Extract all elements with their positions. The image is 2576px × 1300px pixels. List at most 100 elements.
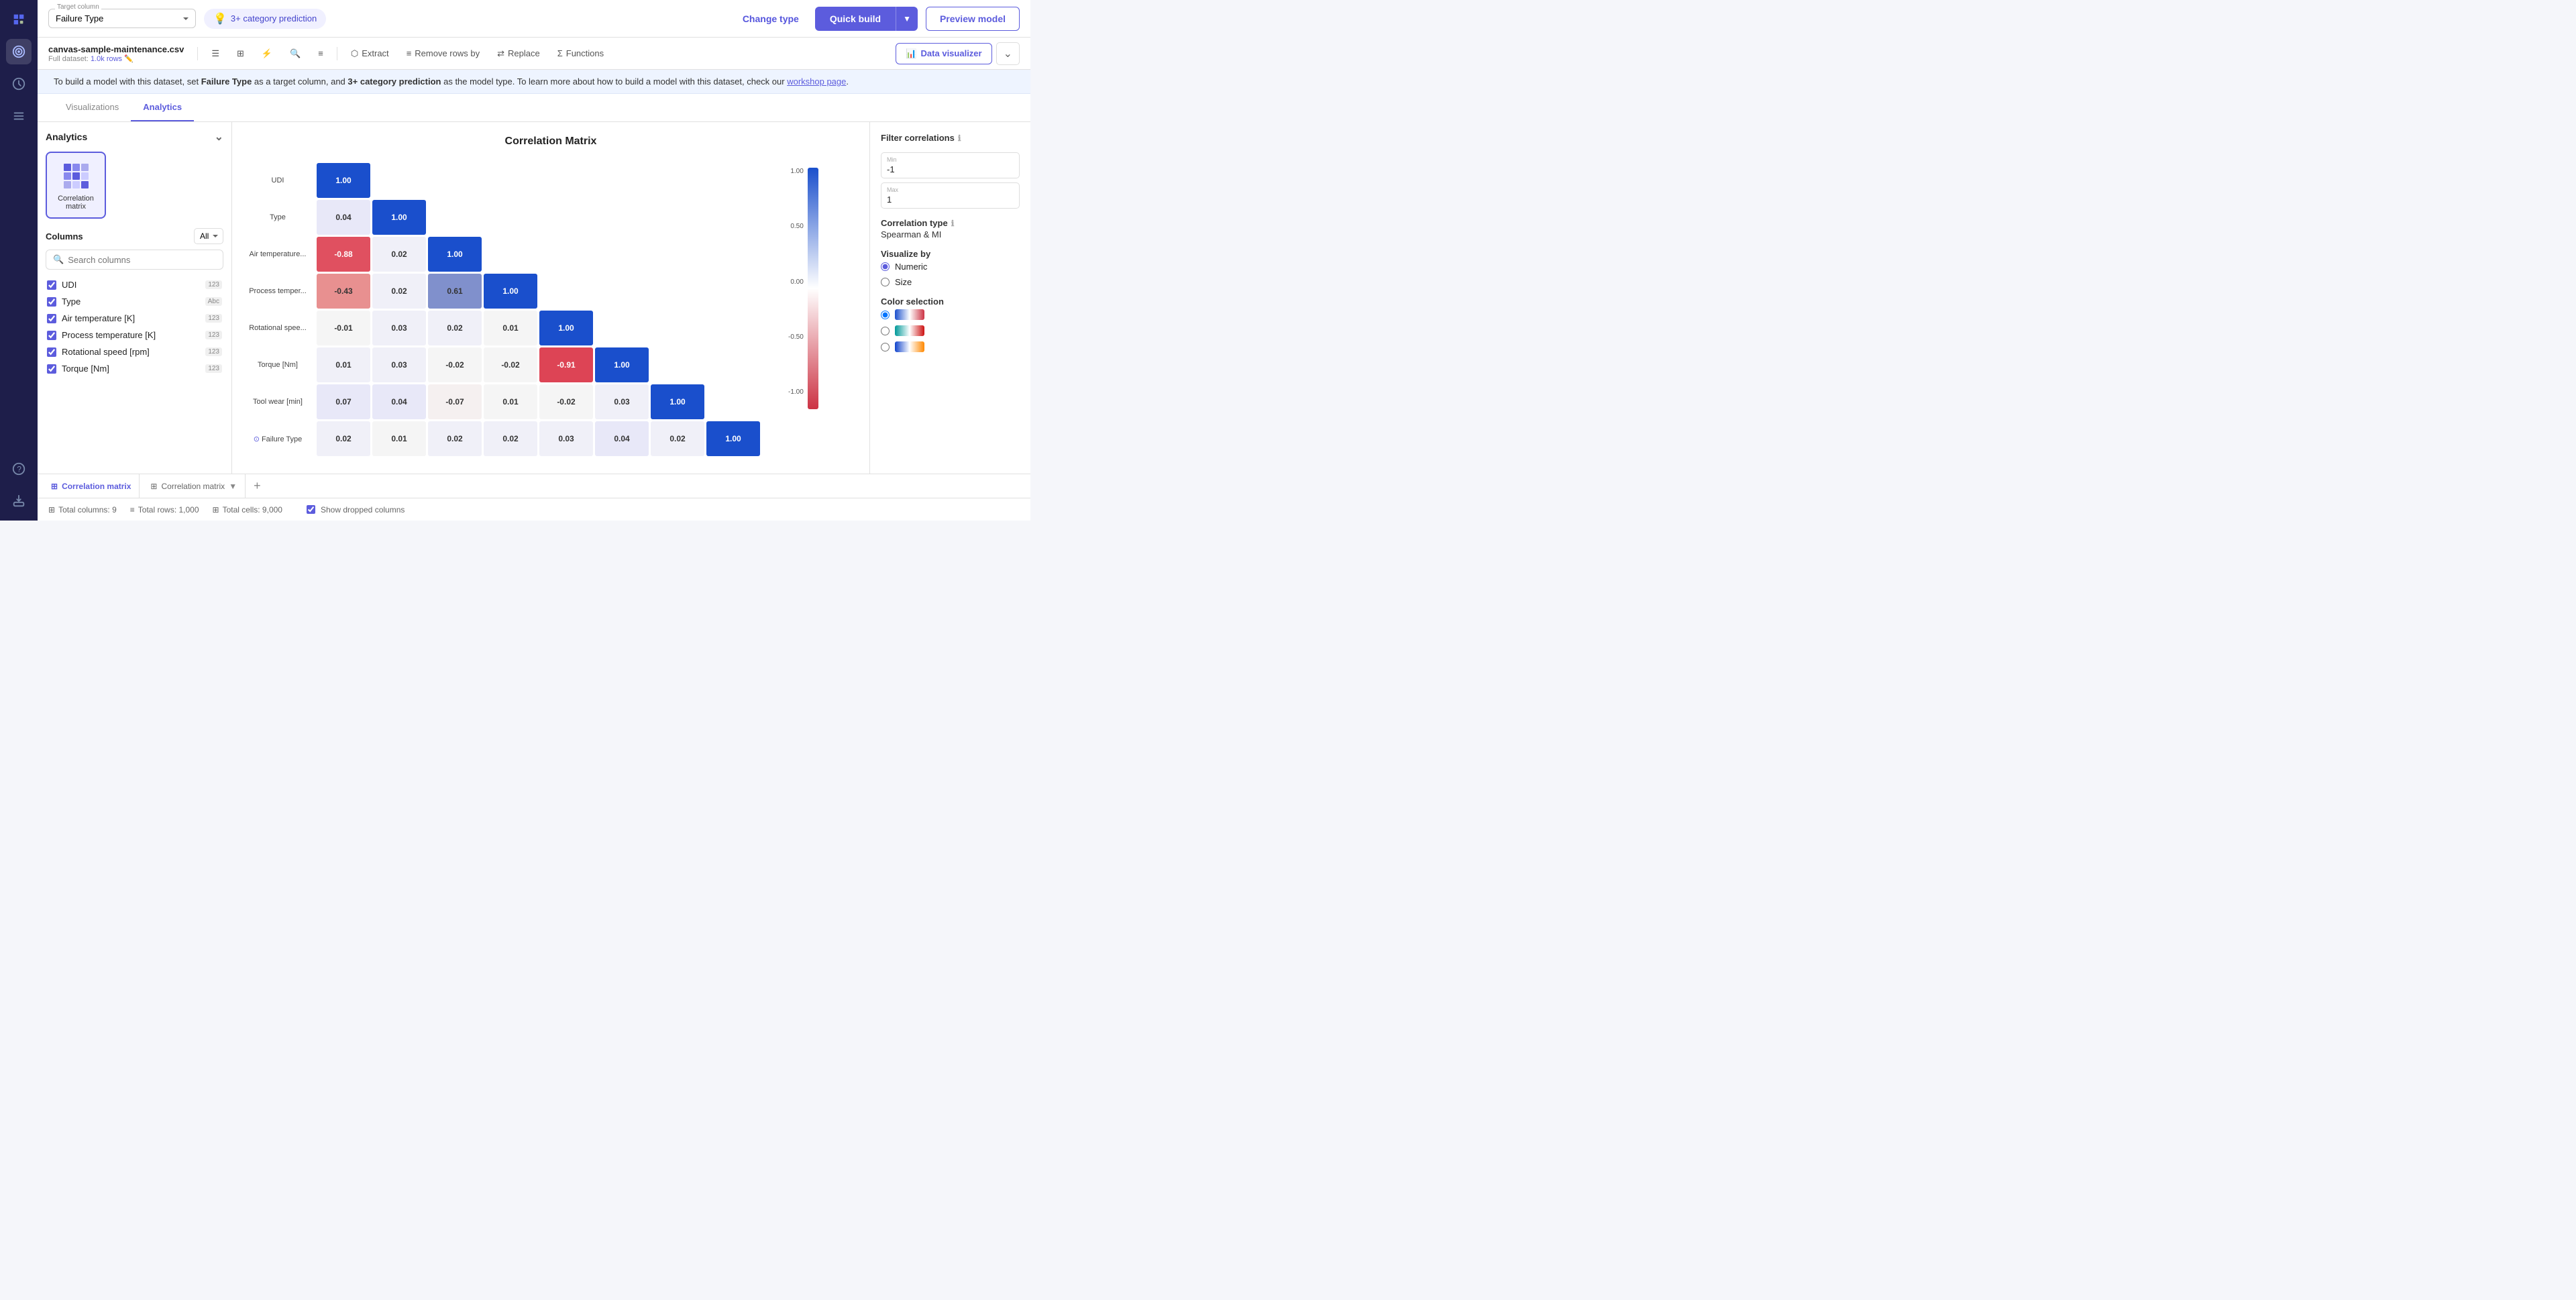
matrix-cell-6-1[interactable]: 0.04 (372, 384, 426, 419)
matrix-cell-7-7[interactable]: 1.00 (706, 421, 760, 456)
matrix-cell-6-0[interactable]: 0.07 (317, 384, 370, 419)
matrix-cell-0-7[interactable] (706, 163, 760, 198)
list-view-button[interactable]: ☰ (205, 44, 226, 63)
matrix-cell-0-2[interactable] (428, 163, 482, 198)
visualize-size[interactable]: Size (881, 277, 1020, 287)
bottom-tab-active[interactable]: ⊞ Correlation matrix (43, 474, 140, 498)
column-type-checkbox[interactable] (47, 297, 56, 307)
matrix-cell-4-5[interactable] (595, 311, 649, 345)
columns-filter-select[interactable]: All (194, 228, 223, 244)
matrix-cell-5-4[interactable]: -0.91 (539, 347, 593, 382)
matrix-cell-7-5[interactable]: 0.04 (595, 421, 649, 456)
add-tab-button[interactable]: + (248, 479, 266, 493)
visualize-numeric[interactable]: Numeric (881, 262, 1020, 272)
matrix-cell-3-1[interactable]: 0.02 (372, 274, 426, 309)
search-button[interactable]: 🔍 (283, 44, 307, 63)
matrix-cell-4-3[interactable]: 0.01 (484, 311, 537, 345)
matrix-cell-7-4[interactable]: 0.03 (539, 421, 593, 456)
matrix-cell-2-6[interactable] (651, 237, 704, 272)
data-visualizer-button[interactable]: 📊 Data visualizer (896, 43, 991, 64)
functions-button[interactable]: Σ Functions (551, 44, 610, 62)
color-teal-red-radio[interactable] (881, 327, 890, 335)
matrix-cell-0-4[interactable] (539, 163, 593, 198)
matrix-cell-2-2[interactable]: 1.00 (428, 237, 482, 272)
matrix-cell-1-4[interactable] (539, 200, 593, 235)
column-rotational-speed-checkbox[interactable] (47, 347, 56, 357)
matrix-cell-3-6[interactable] (651, 274, 704, 309)
replace-button[interactable]: ⇄ Replace (490, 44, 547, 63)
matrix-cell-6-6[interactable]: 1.00 (651, 384, 704, 419)
matrix-cell-5-1[interactable]: 0.03 (372, 347, 426, 382)
column-air-temp-checkbox[interactable] (47, 314, 56, 323)
matrix-cell-6-5[interactable]: 0.03 (595, 384, 649, 419)
matrix-cell-5-0[interactable]: 0.01 (317, 347, 370, 382)
matrix-cell-7-6[interactable]: 0.02 (651, 421, 704, 456)
matrix-cell-1-5[interactable] (595, 200, 649, 235)
matrix-cell-1-0[interactable]: 0.04 (317, 200, 370, 235)
workshop-link[interactable]: workshop page (787, 76, 846, 87)
grid-view-button[interactable]: ⊞ (230, 44, 251, 63)
matrix-cell-0-1[interactable] (372, 163, 426, 198)
nav-help[interactable]: ? (6, 456, 32, 482)
column-process-temp-checkbox[interactable] (47, 331, 56, 340)
correlation-matrix-item[interactable]: Correlation matrix (46, 152, 106, 219)
matrix-cell-5-5[interactable]: 1.00 (595, 347, 649, 382)
matrix-cell-4-4[interactable]: 1.00 (539, 311, 593, 345)
matrix-cell-4-2[interactable]: 0.02 (428, 311, 482, 345)
matrix-cell-3-2[interactable]: 0.61 (428, 274, 482, 309)
matrix-cell-2-7[interactable] (706, 237, 760, 272)
column-torque-checkbox[interactable] (47, 364, 56, 374)
matrix-cell-7-0[interactable]: 0.02 (317, 421, 370, 456)
matrix-cell-1-6[interactable] (651, 200, 704, 235)
matrix-cell-7-3[interactable]: 0.02 (484, 421, 537, 456)
matrix-cell-2-5[interactable] (595, 237, 649, 272)
filter-button[interactable]: ⚡ (255, 44, 279, 63)
visualize-numeric-radio[interactable] (881, 262, 890, 271)
quick-build-dropdown[interactable]: ▼ (896, 7, 918, 31)
matrix-cell-1-2[interactable] (428, 200, 482, 235)
matrix-cell-4-6[interactable] (651, 311, 704, 345)
bottom-tab-dropdown[interactable]: ▼ (229, 482, 237, 491)
quick-build-button[interactable]: Quick build (815, 7, 896, 31)
matrix-cell-7-1[interactable]: 0.01 (372, 421, 426, 456)
color-blue-orange[interactable] (881, 341, 1020, 352)
matrix-cell-0-3[interactable] (484, 163, 537, 198)
tab-visualizations[interactable]: Visualizations (54, 94, 131, 121)
matrix-cell-2-4[interactable] (539, 237, 593, 272)
matrix-cell-6-7[interactable] (706, 384, 760, 419)
matrix-cell-1-7[interactable] (706, 200, 760, 235)
nav-target[interactable] (6, 39, 32, 64)
matrix-cell-0-0[interactable]: 1.00 (317, 163, 370, 198)
file-rows-link[interactable]: 1.0k rows (91, 55, 122, 63)
more-button[interactable]: ⌄ (996, 42, 1020, 65)
extract-button[interactable]: ⬡ Extract (344, 44, 396, 63)
matrix-cell-2-1[interactable]: 0.02 (372, 237, 426, 272)
matrix-cell-2-0[interactable]: -0.88 (317, 237, 370, 272)
matrix-cell-1-3[interactable] (484, 200, 537, 235)
color-blue-pink[interactable] (881, 309, 1020, 320)
matrix-cell-4-1[interactable]: 0.03 (372, 311, 426, 345)
matrix-cell-3-7[interactable] (706, 274, 760, 309)
matrix-cell-5-3[interactable]: -0.02 (484, 347, 537, 382)
nav-export[interactable] (6, 488, 32, 514)
collapse-icon[interactable]: ⌄ (215, 130, 223, 144)
nav-history[interactable] (6, 71, 32, 97)
matrix-cell-0-6[interactable] (651, 163, 704, 198)
matrix-cell-6-3[interactable]: 0.01 (484, 384, 537, 419)
matrix-cell-1-1[interactable]: 1.00 (372, 200, 426, 235)
remove-rows-button[interactable]: ≡ Remove rows by (400, 44, 486, 62)
matrix-cell-3-4[interactable] (539, 274, 593, 309)
matrix-cell-6-2[interactable]: -0.07 (428, 384, 482, 419)
search-columns-input[interactable] (68, 255, 216, 265)
color-teal-red[interactable] (881, 325, 1020, 336)
nav-menu[interactable] (6, 103, 32, 129)
matrix-cell-6-4[interactable]: -0.02 (539, 384, 593, 419)
matrix-cell-4-7[interactable] (706, 311, 760, 345)
target-column-select[interactable]: Failure Type (48, 9, 196, 28)
visualize-size-radio[interactable] (881, 278, 890, 286)
matrix-cell-5-7[interactable] (706, 347, 760, 382)
change-type-button[interactable]: Change type (735, 8, 807, 30)
show-dropped-checkbox[interactable] (307, 505, 315, 514)
color-blue-orange-radio[interactable] (881, 343, 890, 351)
matrix-cell-5-2[interactable]: -0.02 (428, 347, 482, 382)
